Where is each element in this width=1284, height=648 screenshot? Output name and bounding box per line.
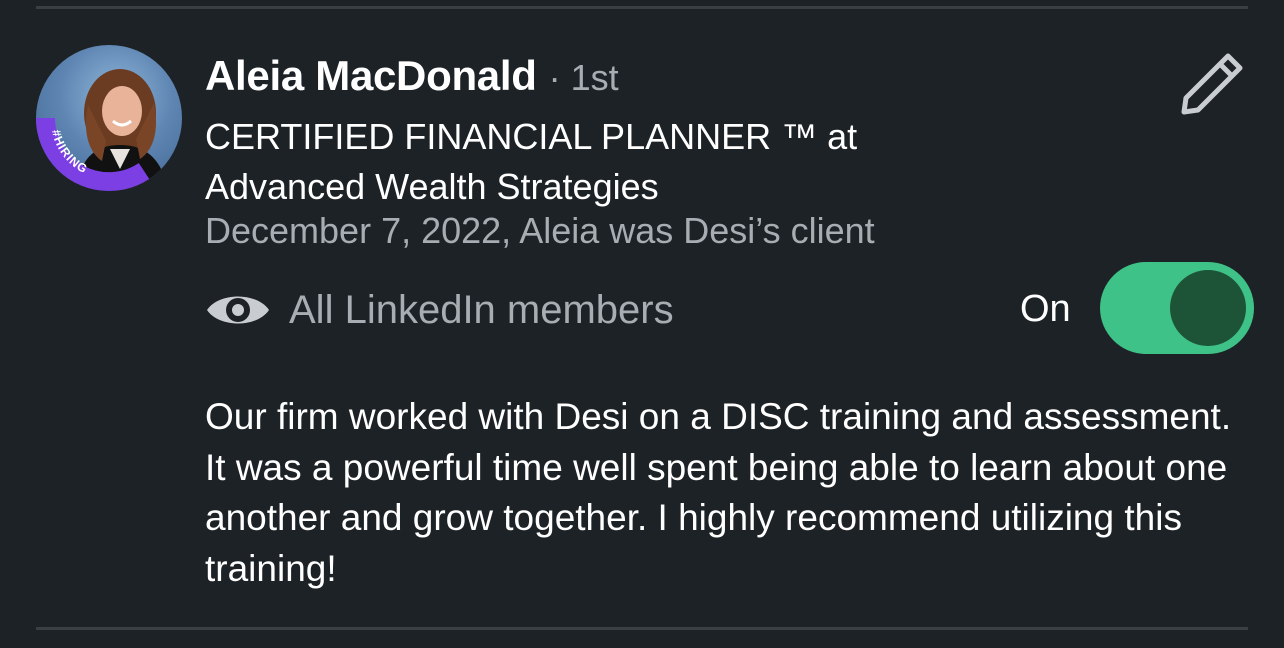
headline-line-2: Advanced Wealth Strategies [205,166,659,207]
connection-degree: · 1st [548,57,619,98]
top-divider [36,6,1248,9]
bottom-divider [36,627,1248,630]
toggle-knob [1170,270,1246,346]
member-name[interactable]: Aleia MacDonald [205,52,537,100]
visibility-label: All LinkedIn members [289,287,674,332]
headline-line-1: CERTIFIED FINANCIAL PLANNER ™ at [205,116,858,157]
avatar[interactable]: #HIRING [36,45,182,191]
pencil-icon [1181,53,1243,115]
edit-button[interactable] [1176,48,1248,120]
headline: CERTIFIED FINANCIAL PLANNER ™ at Advance… [205,112,1025,212]
visibility-toggle[interactable] [1100,262,1254,354]
visibility-setting[interactable]: All LinkedIn members [205,282,674,338]
toggle-label: On [1020,288,1071,330]
name-row: Aleia MacDonald · 1st [205,52,619,106]
relationship-date: December 7, 2022, Aleia was Desi’s clien… [205,210,875,251]
hiring-frame: #HIRING [36,117,154,191]
recommendation-text: Our firm worked with Desi on a DISC trai… [205,396,1232,589]
eye-icon [207,296,269,324]
